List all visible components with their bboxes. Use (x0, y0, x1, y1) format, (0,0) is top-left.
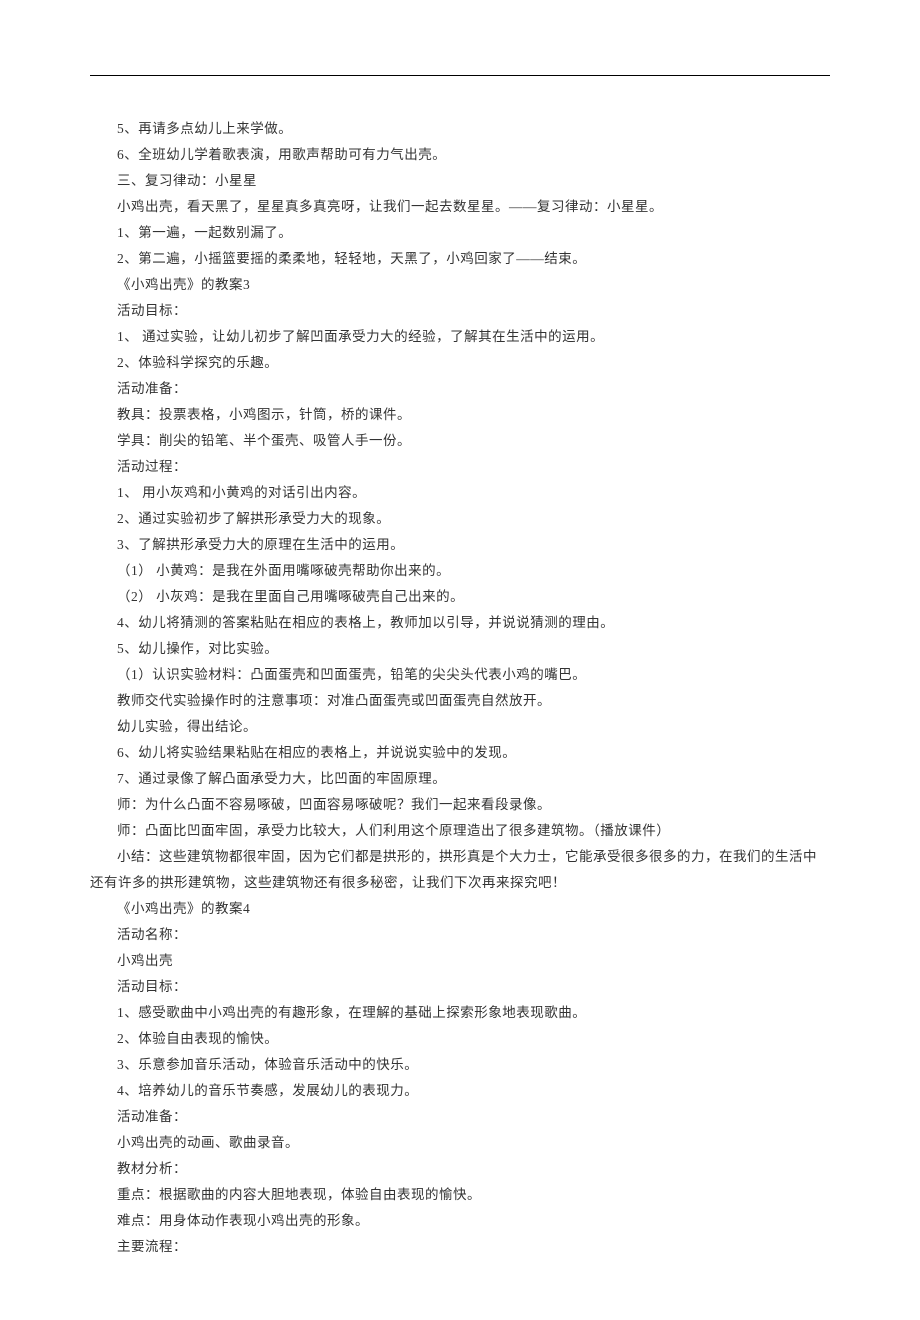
text-line: 3、乐意参加音乐活动，体验音乐活动中的快乐。 (90, 1052, 830, 1078)
text-line: 教具：投票表格，小鸡图示，针筒，桥的课件。 (90, 402, 830, 428)
text-line: 4、幼儿将猜测的答案粘贴在相应的表格上，教师加以引导，并说说猜测的理由。 (90, 610, 830, 636)
text-line: 三、复习律动：小星星 (90, 168, 830, 194)
text-line: 2、体验自由表现的愉快。 (90, 1026, 830, 1052)
text-line: （1） 小黄鸡：是我在外面用嘴啄破壳帮助你出来的。 (90, 558, 830, 584)
text-line: 7、通过录像了解凸面承受力大，比凹面的牢固原理。 (90, 766, 830, 792)
text-line: 5、幼儿操作，对比实验。 (90, 636, 830, 662)
text-line: 活动目标： (90, 974, 830, 1000)
text-line: 师：凸面比凹面牢固，承受力比较大，人们利用这个原理造出了很多建筑物。（播放课件） (90, 818, 830, 844)
text-line: 1、第一遍，一起数别漏了。 (90, 220, 830, 246)
text-line: 5、再请多点幼儿上来学做。 (90, 116, 830, 142)
text-line: （2） 小灰鸡：是我在里面自己用嘴啄破壳自己出来的。 (90, 584, 830, 610)
text-line: 《小鸡出壳》的教案4 (90, 896, 830, 922)
text-line: 师：为什么凸面不容易啄破，凹面容易啄破呢？我们一起来看段录像。 (90, 792, 830, 818)
text-line: 小结：这些建筑物都很牢固，因为它们都是拱形的，拱形真是个大力士，它能承受很多很多… (90, 844, 830, 896)
text-line: 1、感受歌曲中小鸡出壳的有趣形象，在理解的基础上探索形象地表现歌曲。 (90, 1000, 830, 1026)
text-line: 主要流程： (90, 1234, 830, 1260)
text-line: 教材分析： (90, 1156, 830, 1182)
text-line: 重点：根据歌曲的内容大胆地表现，体验自由表现的愉快。 (90, 1182, 830, 1208)
text-line: 活动准备： (90, 376, 830, 402)
text-line: 难点：用身体动作表现小鸡出壳的形象。 (90, 1208, 830, 1234)
text-line: 6、全班幼儿学着歌表演，用歌声帮助可有力气出壳。 (90, 142, 830, 168)
text-line: 小鸡出壳的动画、歌曲录音。 (90, 1130, 830, 1156)
text-line: 1、 用小灰鸡和小黄鸡的对话引出内容。 (90, 480, 830, 506)
document-body: 5、再请多点幼儿上来学做。 6、全班幼儿学着歌表演，用歌声帮助可有力气出壳。 三… (90, 116, 830, 1260)
text-line: 2、通过实验初步了解拱形承受力大的现象。 (90, 506, 830, 532)
text-line: 2、体验科学探究的乐趣。 (90, 350, 830, 376)
text-line: 小鸡出壳 (90, 948, 830, 974)
text-line: 幼儿实验，得出结论。 (90, 714, 830, 740)
text-line: （1）认识实验材料：凸面蛋壳和凹面蛋壳，铅笔的尖尖头代表小鸡的嘴巴。 (90, 662, 830, 688)
text-line: 1、 通过实验，让幼儿初步了解凹面承受力大的经验，了解其在生活中的运用。 (90, 324, 830, 350)
text-line: 活动准备： (90, 1104, 830, 1130)
text-line: 活动名称： (90, 922, 830, 948)
text-line: 小鸡出壳，看天黑了，星星真多真亮呀，让我们一起去数星星。——复习律动：小星星。 (90, 194, 830, 220)
text-line: 活动过程： (90, 454, 830, 480)
horizontal-rule (90, 75, 830, 76)
text-line: 《小鸡出壳》的教案3 (90, 272, 830, 298)
text-line: 4、培养幼儿的音乐节奏感，发展幼儿的表现力。 (90, 1078, 830, 1104)
text-line: 2、第二遍，小摇篮要摇的柔柔地，轻轻地，天黑了，小鸡回家了——结束。 (90, 246, 830, 272)
text-line: 学具：削尖的铅笔、半个蛋壳、吸管人手一份。 (90, 428, 830, 454)
text-line: 活动目标： (90, 298, 830, 324)
text-line: 教师交代实验操作时的注意事项：对准凸面蛋壳或凹面蛋壳自然放开。 (90, 688, 830, 714)
text-line: 3、了解拱形承受力大的原理在生活中的运用。 (90, 532, 830, 558)
text-line: 6、幼儿将实验结果粘贴在相应的表格上，并说说实验中的发现。 (90, 740, 830, 766)
